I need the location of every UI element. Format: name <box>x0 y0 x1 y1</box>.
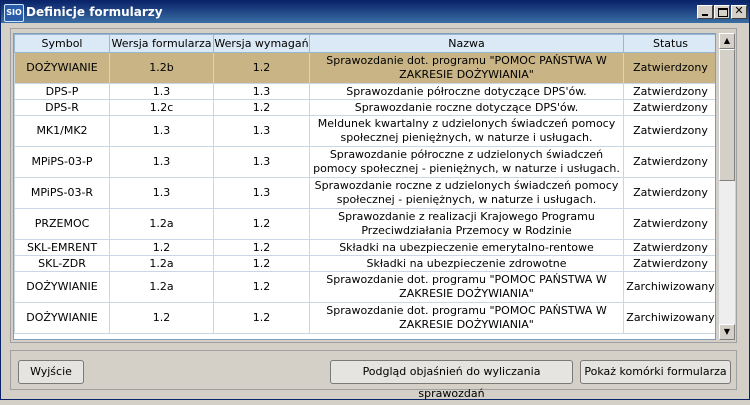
cell-status: Zatwierdzony <box>623 146 715 178</box>
minimize-button[interactable] <box>697 5 713 19</box>
cell-status: Zatwierdzony <box>623 115 715 147</box>
cell-requirements-version: 1.2 <box>213 271 310 303</box>
cell-status: Zatwierdzony <box>623 83 715 100</box>
cell-status: Zarchiwizowany <box>623 302 715 334</box>
cell-status: Zatwierdzony <box>623 208 715 240</box>
cell-requirements-version: 1.2 <box>213 255 310 272</box>
cell-name: Składki na ubezpieczenie zdrowotne <box>309 255 624 272</box>
cell-form-version: 1.2 <box>109 302 214 334</box>
preview-explanations-button[interactable]: Podgląd objaśnień do wyliczania sprawozd… <box>330 360 573 400</box>
table-row[interactable]: DOŻYWIANIE 1.2 1.2 Sprawozdanie dot. pro… <box>14 302 715 334</box>
table-row[interactable]: MPiPS-03-P 1.3 1.3 Sprawozdanie półroczn… <box>14 146 715 178</box>
exit-button[interactable]: Wyjście <box>18 360 84 384</box>
minimize-icon <box>702 14 708 16</box>
table-row[interactable]: MPiPS-03-R 1.3 1.3 Sprawozdanie roczne z… <box>14 177 715 209</box>
cell-form-version: 1.2a <box>109 255 214 272</box>
app-icon: SIO <box>4 4 24 22</box>
column-header-form-version[interactable]: Wersja formularza <box>109 34 214 53</box>
cell-status: Zatwierdzony <box>623 239 715 256</box>
cell-form-version: 1.2c <box>109 99 214 116</box>
cell-status: Zarchiwizowany <box>623 271 715 303</box>
column-header-requirements-version[interactable]: Wersja wymagań <box>213 34 310 53</box>
cell-symbol: SKL-ZDR <box>14 255 110 272</box>
scroll-thumb[interactable] <box>719 49 735 181</box>
cell-symbol: MK1/MK2 <box>14 115 110 147</box>
scroll-up-icon[interactable]: ▲ <box>719 33 735 49</box>
table-row[interactable]: PRZEMOC 1.2a 1.2 Sprawozdanie z realizac… <box>14 208 715 240</box>
cell-form-version: 1.2b <box>109 52 214 84</box>
cell-requirements-version: 1.3 <box>213 146 310 178</box>
vertical-scrollbar[interactable]: ▲ ▼ <box>718 33 735 340</box>
cell-name: Sprawozdanie półroczne z udzielonych świ… <box>309 146 624 178</box>
cell-symbol: DPS-R <box>14 99 110 116</box>
cell-symbol: PRZEMOC <box>14 208 110 240</box>
cell-symbol: DPS-P <box>14 83 110 100</box>
cell-form-version: 1.2 <box>109 239 214 256</box>
scroll-down-icon[interactable]: ▼ <box>719 324 735 340</box>
close-icon: ✕ <box>734 4 744 17</box>
cell-status: Zatwierdzony <box>623 255 715 272</box>
cell-symbol: DOŻYWIANIE <box>14 271 110 303</box>
column-header-status[interactable]: Status <box>623 34 715 53</box>
cell-status: Zatwierdzony <box>623 177 715 209</box>
cell-name: Sprawozdanie dot. programu "POMOC PAŃSTW… <box>309 52 624 84</box>
maximize-button[interactable] <box>714 5 730 19</box>
table-row[interactable]: DPS-P 1.3 1.3 Sprawozdanie półroczne dot… <box>14 83 715 100</box>
cell-symbol: DOŻYWIANIE <box>14 302 110 334</box>
cell-name: Sprawozdanie roczne dotyczące DPS'ów. <box>309 99 624 116</box>
cell-form-version: 1.2a <box>109 208 214 240</box>
cell-name: Składki na ubezpieczenie emerytalno-rent… <box>309 239 624 256</box>
cell-form-version: 1.3 <box>109 83 214 100</box>
table-row[interactable]: DOŻYWIANIE 1.2a 1.2 Sprawozdanie dot. pr… <box>14 271 715 303</box>
cell-requirements-version: 1.2 <box>213 239 310 256</box>
close-button[interactable]: ✕ <box>731 4 747 19</box>
forms-grid[interactable]: Symbol Wersja formularza Wersja wymagań … <box>13 33 716 340</box>
table-row[interactable]: DPS-R 1.2c 1.2 Sprawozdanie roczne dotyc… <box>14 99 715 116</box>
cell-name: Sprawozdanie z realizacji Krajowego Prog… <box>309 208 624 240</box>
cell-name: Sprawozdanie roczne z udzielonych świadc… <box>309 177 624 209</box>
cell-status: Zatwierdzony <box>623 99 715 116</box>
cell-requirements-version: 1.2 <box>213 52 310 84</box>
table-row[interactable]: SKL-EMRENT 1.2 1.2 Składki na ubezpiecze… <box>14 239 715 256</box>
column-header-symbol[interactable]: Symbol <box>14 34 110 53</box>
grid-header: Symbol Wersja formularza Wersja wymagań … <box>14 34 715 53</box>
cell-symbol: MPiPS-03-P <box>14 146 110 178</box>
cell-form-version: 1.2a <box>109 271 214 303</box>
table-row[interactable]: SKL-ZDR 1.2a 1.2 Składki na ubezpieczeni… <box>14 255 715 272</box>
cell-symbol: MPiPS-03-R <box>14 177 110 209</box>
cell-name: Sprawozdanie półroczne dotyczące DPS'ów. <box>309 83 624 100</box>
cell-name: Meldunek kwartalny z udzielonych świadcz… <box>309 115 624 147</box>
cell-symbol: SKL-EMRENT <box>14 239 110 256</box>
title-bar[interactable]: SIO Definicje formularzy ✕ <box>1 1 749 23</box>
cell-status: Zatwierdzony <box>623 52 715 84</box>
cell-form-version: 1.3 <box>109 146 214 178</box>
cell-requirements-version: 1.3 <box>213 83 310 100</box>
cell-name: Sprawozdanie dot. programu "POMOC PAŃSTW… <box>309 302 624 334</box>
column-header-name[interactable]: Nazwa <box>309 34 624 53</box>
table-row[interactable]: DOŻYWIANIE 1.2b 1.2 Sprawozdanie dot. pr… <box>14 52 715 84</box>
table-row[interactable]: MK1/MK2 1.3 1.3 Meldunek kwartalny z udz… <box>14 115 715 147</box>
maximize-icon <box>718 8 728 17</box>
cell-requirements-version: 1.2 <box>213 208 310 240</box>
window-title: Definicje formularzy <box>26 5 163 19</box>
cell-form-version: 1.3 <box>109 115 214 147</box>
cell-requirements-version: 1.2 <box>213 99 310 116</box>
cell-name: Sprawozdanie dot. programu "POMOC PAŃSTW… <box>309 271 624 303</box>
cell-requirements-version: 1.3 <box>213 115 310 147</box>
show-form-cells-button[interactable]: Pokaż komórki formularza <box>580 360 731 384</box>
cell-form-version: 1.3 <box>109 177 214 209</box>
cell-requirements-version: 1.3 <box>213 177 310 209</box>
cell-symbol: DOŻYWIANIE <box>14 52 110 84</box>
cell-requirements-version: 1.2 <box>213 302 310 334</box>
